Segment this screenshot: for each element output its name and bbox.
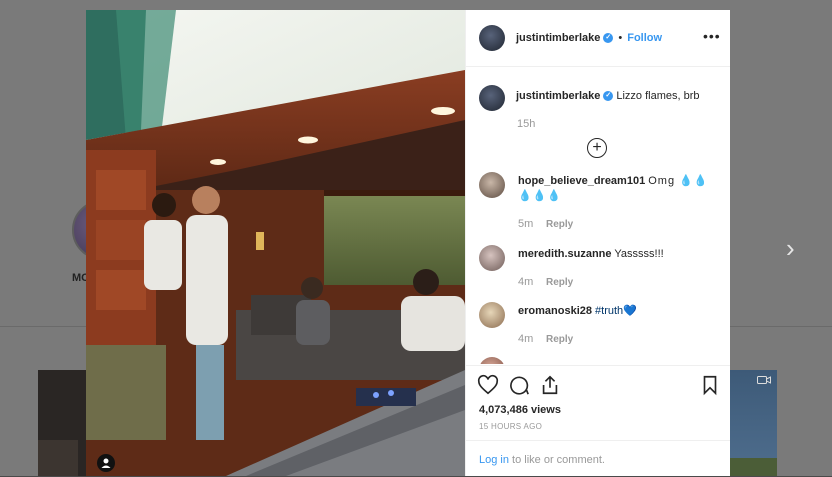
commenter-username[interactable]: hope_believe_dream101	[518, 175, 645, 187]
comment-timestamp: 4m	[518, 333, 534, 345]
next-post-arrow[interactable]: ›	[786, 234, 806, 262]
comment-timestamp: 5m	[518, 218, 534, 230]
comments-list[interactable]: justintimberlake ✓ Lizzo flames, brb 15h…	[466, 67, 730, 364]
author-avatar[interactable]	[479, 25, 505, 51]
author-row: justintimberlake ✓ • Follow	[516, 32, 662, 44]
commenter-avatar[interactable]	[479, 302, 505, 328]
commenter-avatar[interactable]	[479, 172, 505, 198]
comment-body: eromanoski28 #truth💙	[518, 304, 718, 319]
verified-badge-icon: ✓	[603, 33, 614, 43]
post-actions: 4,073,486 views 15 HOURS AGO	[466, 365, 730, 441]
reply-button[interactable]: Reply	[546, 277, 573, 288]
login-suffix: to like or comment.	[508, 454, 605, 466]
reply-button[interactable]: Reply	[546, 334, 573, 345]
user-icon[interactable]	[99, 456, 113, 470]
video-frame	[86, 10, 465, 476]
caption: justintimberlake ✓ Lizzo flames, brb	[516, 90, 700, 102]
login-link[interactable]: Log in	[479, 454, 509, 466]
post-modal: justintimberlake ✓ • Follow ••• justinti…	[86, 10, 730, 476]
heart-icon[interactable]	[477, 374, 499, 396]
caption-author-username[interactable]: justintimberlake	[516, 90, 600, 102]
comment-text: #truth💙	[595, 305, 637, 317]
commenter-username[interactable]: eromanoski28	[518, 305, 592, 317]
views-count[interactable]: 4,073,486 views	[479, 404, 561, 416]
comment-text: Yasssss!!!	[614, 248, 664, 260]
follow-button[interactable]: Follow	[627, 32, 662, 44]
load-more-comments-button[interactable]: +	[587, 138, 607, 158]
login-prompt-text: Log in to like or comment.	[479, 454, 605, 466]
caption-author-avatar[interactable]	[479, 85, 505, 111]
bookmark-icon[interactable]	[699, 374, 721, 396]
post-video[interactable]	[86, 10, 465, 476]
comment-icon[interactable]	[508, 374, 530, 396]
author-username[interactable]: justintimberlake	[516, 32, 600, 44]
reply-button[interactable]: Reply	[546, 219, 573, 230]
commenter-avatar[interactable]	[479, 245, 505, 271]
caption-timestamp: 15h	[517, 118, 536, 130]
video-camera-icon	[757, 376, 771, 384]
post-side-panel: justintimberlake ✓ • Follow ••• justinti…	[465, 10, 730, 476]
caption-text: Lizzo flames, brb	[616, 90, 700, 102]
more-options-button[interactable]: •••	[703, 28, 721, 44]
comment-body: meredith.suzanne Yasssss!!!	[518, 247, 718, 262]
commenter-username[interactable]: meredith.suzanne	[518, 248, 612, 260]
comment-body: hope_believe_dream101 Omg 💧💧💧💧💧	[518, 174, 718, 204]
share-icon[interactable]	[539, 374, 561, 396]
comment-timestamp: 4m	[518, 276, 534, 288]
background-thumbnail-right-ground	[729, 458, 777, 476]
background-thumbnail-left-detail	[38, 440, 78, 476]
login-prompt: Log in to like or comment.	[466, 440, 730, 477]
post-timestamp: 15 HOURS AGO	[479, 422, 543, 431]
separator-dot: •	[618, 32, 623, 44]
verified-badge-icon: ✓	[603, 91, 614, 101]
post-header: justintimberlake ✓ • Follow •••	[466, 10, 730, 67]
commenter-avatar[interactable]	[479, 357, 505, 364]
